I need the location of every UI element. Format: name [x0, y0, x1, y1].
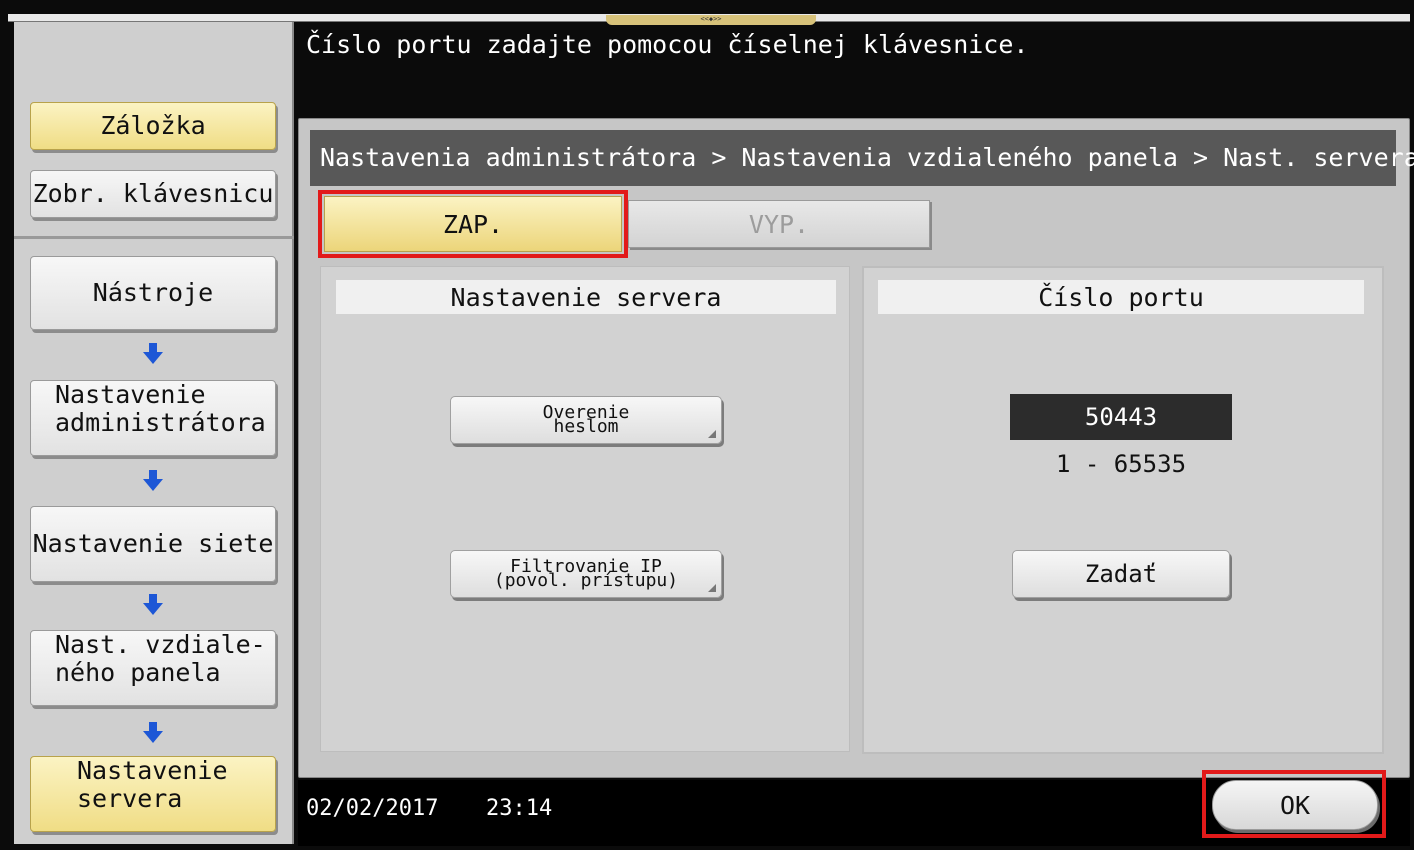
- arrow-down-icon: [143, 343, 163, 364]
- status-date: 02/02/2017: [306, 796, 439, 821]
- off-toggle-button[interactable]: VYP.: [628, 200, 930, 248]
- top-handle[interactable]: <<◆>>: [606, 15, 816, 25]
- port-number-section: [862, 266, 1384, 754]
- submenu-corner-icon: [708, 430, 716, 438]
- port-range-text: 1 - 65535: [1055, 450, 1187, 478]
- ip-filtering-button[interactable]: Filtrovanie IP (povol. prístupu): [450, 550, 722, 598]
- password-auth-button[interactable]: Overenie heslom: [450, 396, 722, 444]
- password-auth-line2: heslom: [553, 416, 619, 437]
- nav-admin-line2: administrátora: [55, 408, 266, 437]
- server-settings-title: Nastavenie servera: [336, 280, 836, 314]
- status-time: 23:14: [486, 796, 553, 821]
- submenu-corner-icon: [708, 584, 716, 592]
- nav-remote-line1: Nast. vzdiale-: [55, 630, 266, 659]
- instruction-message: Číslo portu zadajte pomocou číselnej klá…: [306, 30, 1029, 59]
- nav-server-line1: Nastavenie: [77, 756, 228, 785]
- nav-server-settings-button[interactable]: Nastavenie servera: [30, 756, 276, 832]
- breadcrumb: Nastavenia administrátora > Nastavenia v…: [310, 130, 1414, 186]
- highlight-box-ok: [1202, 770, 1386, 838]
- arrow-down-icon: [143, 470, 163, 491]
- nav-admin-line1: Nastavenie: [55, 380, 206, 409]
- port-value-display[interactable]: 50443: [1010, 394, 1232, 440]
- show-keyboard-button[interactable]: Zobr. klávesnicu: [30, 170, 276, 218]
- nav-tools-button[interactable]: Nástroje: [30, 256, 276, 330]
- server-settings-section: [320, 266, 850, 752]
- port-number-title: Číslo portu: [878, 280, 1364, 314]
- nav-remote-line2: ného panela: [55, 658, 221, 687]
- sidebar-divider: [14, 236, 294, 239]
- nav-admin-settings-button[interactable]: Nastavenie administrátora: [30, 380, 276, 456]
- nav-server-line2: servera: [77, 784, 183, 813]
- enter-port-button[interactable]: Zadať: [1012, 550, 1230, 598]
- ip-filtering-line2: (povol. prístupu): [493, 570, 679, 591]
- arrow-down-icon: [143, 722, 163, 743]
- highlight-box-on-toggle: [318, 190, 628, 258]
- nav-remote-panel-button[interactable]: Nast. vzdiale- ného panela: [30, 630, 276, 706]
- bookmark-button[interactable]: Záložka: [30, 102, 276, 150]
- nav-network-settings-button[interactable]: Nastavenie siete: [30, 506, 276, 582]
- arrow-down-icon: [143, 594, 163, 615]
